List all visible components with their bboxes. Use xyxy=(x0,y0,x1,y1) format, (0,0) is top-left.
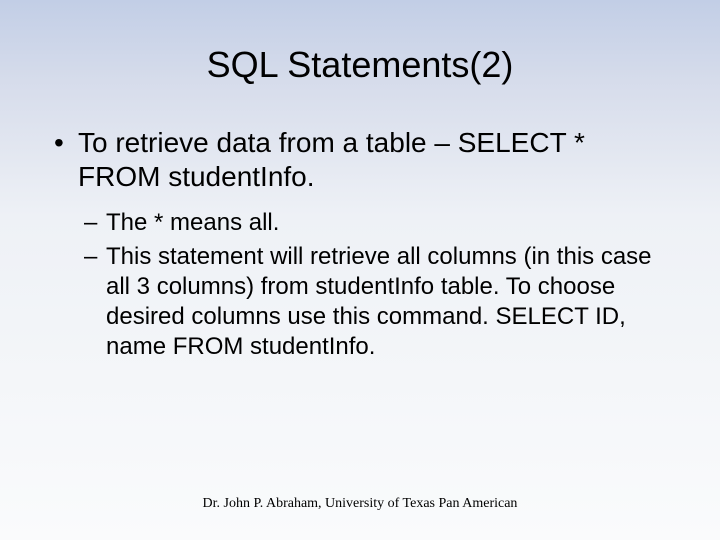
slide-footer: Dr. John P. Abraham, University of Texas… xyxy=(0,496,720,512)
slide-body: To retrieve data from a table – SELECT *… xyxy=(0,86,720,362)
bullet-sub-2: This statement will retrieve all columns… xyxy=(48,242,672,362)
slide: SQL Statements(2) To retrieve data from … xyxy=(0,0,720,540)
slide-title: SQL Statements(2) xyxy=(0,0,720,86)
bullet-main: To retrieve data from a table – SELECT *… xyxy=(48,126,672,194)
bullet-sub-1: The * means all. xyxy=(48,208,672,238)
